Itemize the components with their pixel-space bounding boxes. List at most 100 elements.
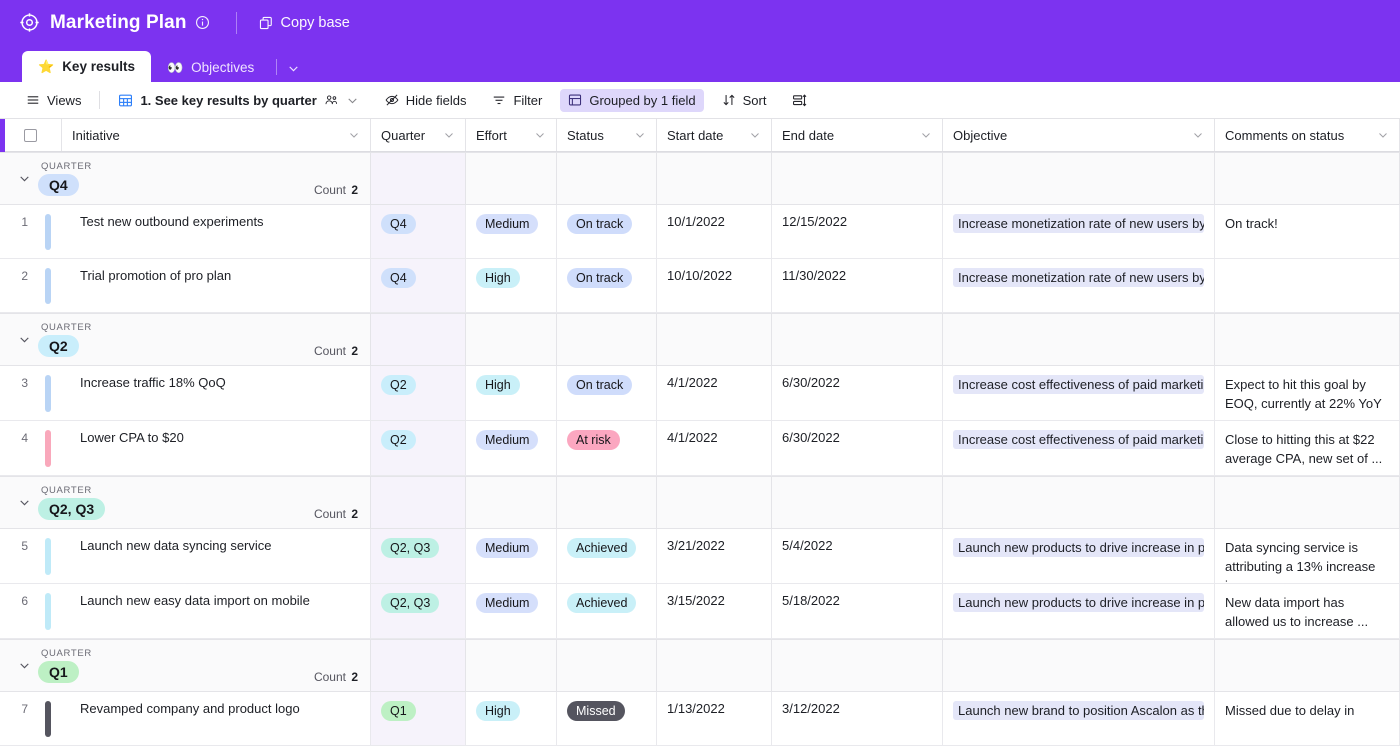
cell-end-date[interactable]: 12/15/2022 [772,205,943,258]
group-collapse-toggle[interactable] [12,172,36,185]
cell-end-date[interactable]: 11/30/2022 [772,259,943,312]
table-row[interactable]: 3 Increase traffic 18% QoQ Q2 High On track 4… [0,366,1400,421]
group-collapse-toggle[interactable] [12,333,36,346]
tab-key-results[interactable]: ⭐ Key results [22,51,151,82]
table-row[interactable]: 5 Launch new data syncing service Q2, Q3 Me… [0,529,1400,584]
column-header-comments-on-status[interactable]: Comments on status [1215,119,1400,151]
chevron-down-icon[interactable] [634,129,646,141]
cell-effort[interactable]: High [466,259,557,312]
cell-end-date[interactable]: 6/30/2022 [772,366,943,420]
column-header-end-date[interactable]: End date [772,119,943,151]
cell-status[interactable]: On track [557,366,657,420]
cell-effort[interactable]: Medium [466,205,557,258]
cell-status[interactable]: Missed [557,692,657,745]
cell-start-date[interactable]: 10/10/2022 [657,259,772,312]
group-collapse-toggle[interactable] [12,496,36,509]
cell-quarter[interactable]: Q2, Q3 [371,529,466,583]
chevron-down-icon[interactable] [348,129,360,141]
cell-quarter[interactable]: Q1 [371,692,466,745]
cell-comments-on-status[interactable] [1215,259,1400,312]
sort-button[interactable]: Sort [714,89,775,112]
cell-status[interactable]: On track [557,205,657,258]
column-header-quarter[interactable]: Quarter [371,119,466,151]
cell-end-date[interactable]: 5/4/2022 [772,529,943,583]
table-row[interactable]: 6 Launch new easy data import on mobile Q2… [0,584,1400,639]
cell-objective[interactable]: Launch new products to drive increase in… [943,584,1215,638]
chevron-down-icon[interactable] [534,129,546,141]
cell-quarter[interactable]: Q2 [371,421,466,475]
cell-end-date[interactable]: 6/30/2022 [772,421,943,475]
filter-button[interactable]: Filter [484,89,550,112]
row-number-cell[interactable]: 7 [0,692,62,745]
column-header-initiative[interactable]: Initiative [62,119,371,151]
cell-status[interactable]: At risk [557,421,657,475]
row-number-cell[interactable]: 4 [0,421,62,475]
cell-quarter[interactable]: Q2 [371,366,466,420]
cell-initiative[interactable]: Launch new data syncing service [62,529,371,583]
table-row[interactable]: 1 Test new outbound experiments Q4 Medium On… [0,205,1400,259]
hide-fields-button[interactable]: Hide fields [377,89,475,112]
cell-quarter[interactable]: Q4 [371,205,466,258]
chevron-down-icon[interactable] [749,129,761,141]
cell-comments-on-status[interactable]: Expect to hit this goal by EOQ, currentl… [1215,366,1400,420]
cell-objective[interactable]: Increase cost effectiveness of paid mark… [943,366,1215,420]
column-header-start-date[interactable]: Start date [657,119,772,151]
cell-effort[interactable]: High [466,692,557,745]
cell-initiative[interactable]: Launch new easy data import on mobile [62,584,371,638]
cell-quarter[interactable]: Q2, Q3 [371,584,466,638]
cell-objective[interactable]: Increase cost effectiveness of paid mark… [943,421,1215,475]
cell-objective[interactable]: Launch new products to drive increase in… [943,529,1215,583]
cell-effort[interactable]: High [466,366,557,420]
cell-end-date[interactable]: 5/18/2022 [772,584,943,638]
cell-initiative[interactable]: Test new outbound experiments [62,205,371,258]
cell-comments-on-status[interactable]: Missed due to delay in [1215,692,1400,745]
cell-end-date[interactable]: 3/12/2022 [772,692,943,745]
cell-status[interactable]: On track [557,259,657,312]
row-height-button[interactable] [784,89,815,112]
row-number-cell[interactable]: 6 [0,584,62,638]
cell-status[interactable]: Achieved [557,529,657,583]
cell-initiative[interactable]: Trial promotion of pro plan [62,259,371,312]
column-header-objective[interactable]: Objective [943,119,1215,151]
cell-objective[interactable]: Increase monetization rate of new users … [943,205,1215,258]
cell-start-date[interactable]: 4/1/2022 [657,421,772,475]
tab-objectives[interactable]: 👀 Objectives [151,52,270,82]
info-icon[interactable] [195,15,210,30]
table-row[interactable]: 7 Revamped company and product logo Q1 High… [0,692,1400,746]
collaborators-icon[interactable] [324,93,339,107]
cell-start-date[interactable]: 3/21/2022 [657,529,772,583]
table-row[interactable]: 4 Lower CPA to $20 Q2 Medium At risk 4/1/2022… [0,421,1400,476]
cell-initiative[interactable]: Revamped company and product logo [62,692,371,745]
chevron-down-icon[interactable] [1192,129,1204,141]
group-collapse-toggle[interactable] [12,659,36,672]
row-number-cell[interactable]: 5 [0,529,62,583]
cell-initiative[interactable]: Increase traffic 18% QoQ [62,366,371,420]
cell-start-date[interactable]: 1/13/2022 [657,692,772,745]
cell-comments-on-status[interactable]: Close to hitting this at $22 average CPA… [1215,421,1400,475]
table-row[interactable]: 2 Trial promotion of pro plan Q4 High On tra… [0,259,1400,313]
cell-initiative[interactable]: Lower CPA to $20 [62,421,371,475]
select-all-checkbox[interactable] [0,119,62,151]
chevron-down-icon[interactable] [443,129,455,141]
row-number-cell[interactable]: 1 [0,205,62,258]
column-header-status[interactable]: Status [557,119,657,151]
group-button[interactable]: Grouped by 1 field [560,88,704,112]
column-header-effort[interactable]: Effort [466,119,557,151]
cell-effort[interactable]: Medium [466,421,557,475]
chevron-down-icon[interactable] [281,62,310,82]
chevron-down-icon[interactable] [920,129,932,141]
chevron-down-icon[interactable] [346,94,359,107]
cell-effort[interactable]: Medium [466,584,557,638]
views-button[interactable]: Views [18,89,89,112]
cell-comments-on-status[interactable]: Data syncing service is attributing a 13… [1215,529,1400,583]
row-number-cell[interactable]: 2 [0,259,62,312]
current-view-button[interactable]: 1. See key results by quarter [110,89,366,112]
cell-comments-on-status[interactable]: On track! [1215,205,1400,258]
cell-objective[interactable]: Launch new brand to position Ascalon as … [943,692,1215,745]
chevron-down-icon[interactable] [1377,129,1389,141]
cell-objective[interactable]: Increase monetization rate of new users … [943,259,1215,312]
cell-start-date[interactable]: 3/15/2022 [657,584,772,638]
cell-start-date[interactable]: 4/1/2022 [657,366,772,420]
cell-start-date[interactable]: 10/1/2022 [657,205,772,258]
copy-base-button[interactable]: Copy base [259,15,350,31]
